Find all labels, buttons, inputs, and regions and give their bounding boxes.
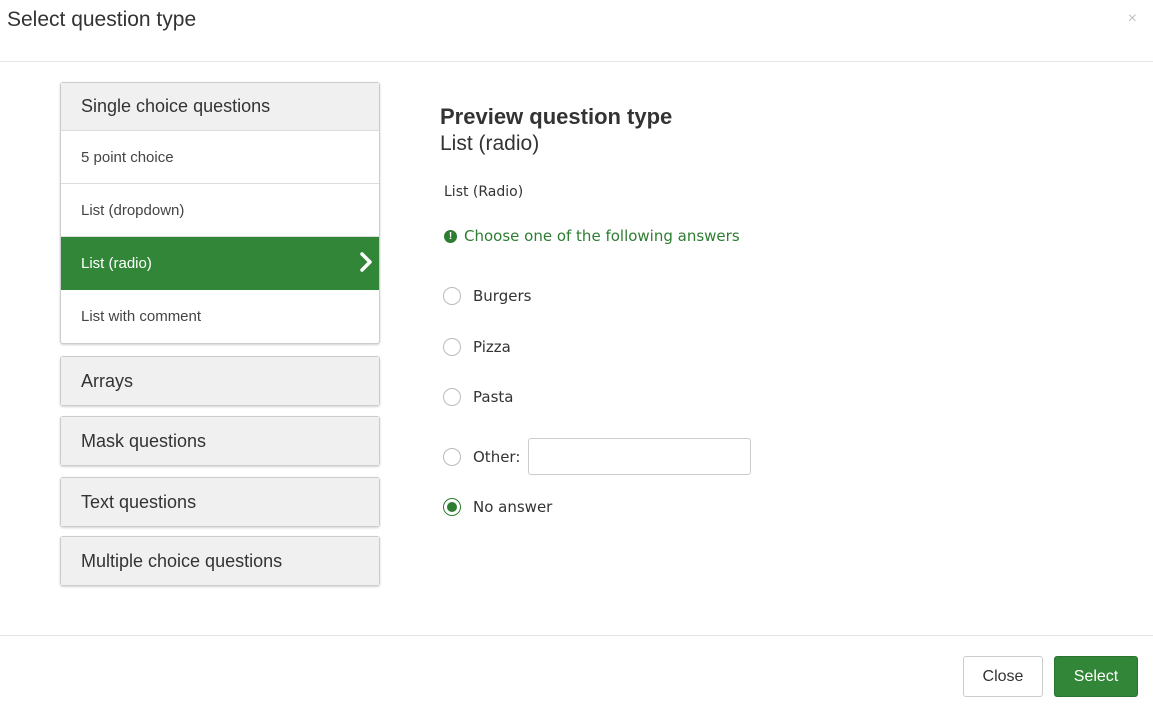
option-label: Pizza [473, 338, 511, 356]
list-item-label: List with comment [81, 308, 202, 325]
list-item-label: 5 point choice [81, 148, 174, 166]
text-questions-panel: Text questions [60, 477, 380, 527]
option-pasta: Pasta [443, 388, 513, 406]
group-single-choice[interactable]: Single choice questions [61, 83, 379, 131]
chevron-right-icon [360, 252, 372, 272]
close-button[interactable]: Close [963, 656, 1043, 697]
answer-tip: ! Choose one of the following answers [444, 227, 740, 245]
option-other: Other: [443, 438, 752, 475]
option-label: Other: [473, 447, 521, 466]
close-icon[interactable]: × [1128, 10, 1137, 28]
list-item-5-point-choice[interactable]: 5 point choice [61, 131, 379, 184]
modal-header: Select question type × [0, 0, 1153, 62]
group-multiple-choice[interactable]: Multiple choice questions [61, 537, 379, 585]
list-item-list-with-comment[interactable]: List with comment [61, 290, 379, 343]
single-choice-panel: Single choice questions 5 point choice L… [60, 82, 380, 344]
radio-pizza[interactable] [443, 338, 461, 356]
mask-questions-panel: Mask questions [60, 416, 380, 466]
option-label: Burgers [473, 287, 532, 305]
group-text-questions[interactable]: Text questions [61, 478, 379, 526]
preview-subheading: List (radio) [440, 132, 540, 155]
list-item-list-dropdown[interactable]: List (dropdown) [61, 184, 379, 237]
question-text: List (Radio) [444, 184, 524, 200]
tip-text: Choose one of the following answers [464, 227, 740, 245]
list-item-list-radio[interactable]: List (radio) [61, 237, 379, 290]
preview-heading: Preview question type [440, 104, 673, 129]
modal-title: Select question type [7, 8, 197, 31]
option-no-answer: No answer [443, 498, 552, 516]
option-label: No answer [473, 498, 553, 516]
option-label: Pasta [473, 388, 514, 406]
radio-no-answer[interactable] [443, 498, 461, 516]
group-arrays[interactable]: Arrays [61, 357, 379, 405]
modal-footer-divider [0, 635, 1153, 636]
list-item-label: List (dropdown) [81, 201, 185, 219]
group-mask-questions[interactable]: Mask questions [61, 417, 379, 465]
multiple-choice-panel: Multiple choice questions [60, 536, 380, 586]
option-pizza: Pizza [443, 338, 511, 356]
option-burgers: Burgers [443, 287, 531, 305]
list-item-label: List (radio) [81, 254, 152, 272]
radio-other[interactable] [443, 447, 461, 466]
arrays-panel: Arrays [60, 356, 380, 406]
other-text-input[interactable] [528, 438, 752, 475]
exclamation-circle-icon: ! [444, 229, 457, 243]
radio-burgers[interactable] [443, 287, 461, 305]
radio-pasta[interactable] [443, 388, 461, 406]
select-button[interactable]: Select [1054, 656, 1138, 697]
